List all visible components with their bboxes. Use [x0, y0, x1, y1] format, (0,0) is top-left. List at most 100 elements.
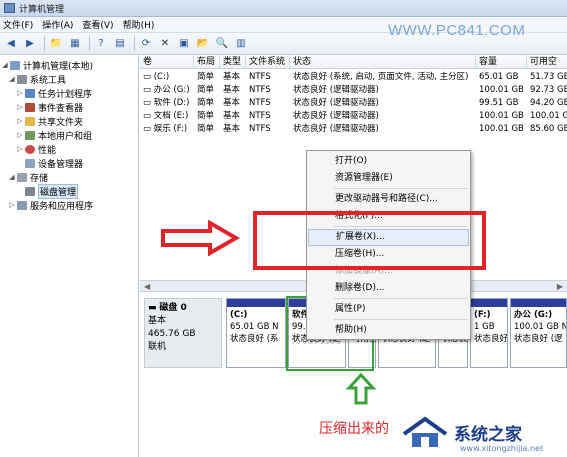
tree-item-event-viewer[interactable]: ▷ 事件查看器 — [16, 100, 83, 114]
tree-item-system-tools[interactable]: ◢ 系统工具 — [8, 72, 66, 86]
up-folder-icon[interactable]: 📁 — [48, 36, 64, 52]
drive-icon: ▭ — [143, 72, 152, 82]
tree-item-label: 本地用户和组 — [38, 131, 93, 142]
tree-item-label: 服务和应用程序 — [30, 201, 94, 212]
partition-f[interactable]: (F:)1 GB状态良好 (逻 — [470, 298, 508, 368]
tree-item-label: 存储 — [30, 173, 49, 184]
highlight-extend-volume-box — [253, 211, 486, 270]
drive-icon: ▭ — [143, 98, 152, 108]
tree-item-shared-folders[interactable]: ▷ 共享文件夹 — [16, 114, 83, 128]
tree-item-local-users[interactable]: ▷ 本地用户和组 — [16, 128, 92, 142]
house-logo-icon — [402, 416, 448, 447]
volume-name: ▭ 办公 (G:) — [143, 85, 190, 95]
scroll-right-icon[interactable]: ▶ — [557, 282, 563, 291]
volume-status: 状态良好 (逻辑驱动器) — [293, 98, 379, 108]
volume-capacity: 99.51 GB — [479, 98, 519, 108]
menu-separator — [334, 298, 468, 299]
volume-list-header: 卷 布局 类型 文件系统 状态 容量 可用空 — [140, 55, 567, 69]
tree-item-performance[interactable]: ▷ 性能 — [16, 142, 56, 156]
collapse-icon[interactable]: ◢ — [1, 61, 9, 69]
task-scheduler-icon — [25, 88, 35, 98]
column-header-type[interactable]: 类型 — [220, 55, 246, 69]
drive-icon: ▭ — [143, 85, 152, 95]
collapse-icon[interactable]: ◢ — [8, 173, 16, 181]
open-icon[interactable]: 📂 — [195, 36, 211, 52]
search-icon[interactable]: 🔍 — [214, 36, 230, 52]
volume-row-e[interactable]: ▭ 文档 (E:) 简单 基本 NTFS 状态良好 (逻辑驱动器) 100.01… — [140, 110, 567, 123]
volume-filesystem: NTFS — [249, 85, 271, 95]
toolbar-separator — [44, 36, 45, 51]
tools-icon — [17, 74, 27, 84]
volume-row-d[interactable]: ▭ 软件 (D:) 简单 基本 NTFS 状态良好 (逻辑驱动器) 99.51 … — [140, 97, 567, 110]
logo-text: 系统之家 — [454, 425, 522, 444]
volume-free: 94.20 GB — [530, 98, 567, 108]
properties-sheet-icon[interactable]: ▣ — [176, 36, 192, 52]
properties-icon[interactable]: ▤ — [112, 36, 128, 52]
expand-icon[interactable]: ▷ — [16, 131, 24, 139]
volume-name: ▭ 软件 (D:) — [143, 98, 190, 108]
tree-item-storage[interactable]: ◢ 存储 — [8, 170, 48, 184]
menu-item-delete-volume[interactable]: 删除卷(D)... — [308, 280, 469, 297]
window-title: 计算机管理 — [19, 4, 65, 15]
storage-icon — [17, 172, 27, 182]
view-icon[interactable]: ▥ — [233, 36, 249, 52]
volume-layout: 简单 — [197, 111, 215, 121]
menu-action[interactable]: 操作(A) — [42, 18, 73, 31]
volume-layout: 简单 — [197, 98, 215, 108]
column-header-capacity[interactable]: 容量 — [476, 55, 527, 69]
collapse-icon[interactable]: ◢ — [8, 75, 16, 83]
menu-file[interactable]: 文件(F) — [3, 18, 33, 31]
back-arrow-icon[interactable]: ◀ — [3, 36, 19, 52]
tree-item-disk-management[interactable]: 磁盘管理 — [16, 183, 79, 199]
volume-filesystem: NTFS — [249, 111, 271, 121]
forward-arrow-icon[interactable]: ▶ — [22, 36, 38, 52]
tree-item-device-manager[interactable]: 设备管理器 — [16, 156, 83, 170]
toolbar-separator — [134, 36, 135, 51]
partition-c[interactable]: (C:) 65.01 GB N 状态良好 (系 — [226, 298, 286, 368]
volume-filesystem: NTFS — [249, 72, 271, 82]
menu-item-properties[interactable]: 属性(P) — [308, 301, 469, 318]
volume-row-g[interactable]: ▭ 办公 (G:) 简单 基本 NTFS 状态良好 (逻辑驱动器) 100.01… — [140, 84, 567, 97]
column-header-layout[interactable]: 布局 — [194, 55, 220, 69]
volume-name: ▭ (C:) — [143, 72, 170, 82]
annotation-caption: 压缩出来的 — [319, 421, 389, 437]
volume-capacity: 100.01 GB — [479, 85, 524, 95]
menu-help[interactable]: 帮助(H) — [123, 18, 155, 31]
volume-type: 基本 — [223, 111, 241, 121]
tree-item-label: 共享文件夹 — [38, 117, 84, 128]
volume-row-c[interactable]: ▭ (C:) 简单 基本 NTFS 状态良好 (系统, 启动, 页面文件, 活动… — [140, 71, 567, 84]
expand-icon[interactable]: ▷ — [16, 89, 24, 97]
tree-item-services-apps[interactable]: ▷ 服务和应用程序 — [8, 198, 93, 212]
menu-item-change-drive-letter[interactable]: 更改驱动器号和路径(C)... — [308, 191, 469, 208]
column-header-status[interactable]: 状态 — [290, 55, 476, 69]
volume-status: 状态良好 (逻辑驱动器) — [293, 124, 379, 134]
tree-item-label: 磁盘管理 — [38, 183, 79, 199]
disk-management-icon — [25, 186, 35, 196]
tree-item-computer-management[interactable]: ◢ 计算机管理(本地) — [1, 58, 93, 72]
volume-row-f[interactable]: ▭ 娱乐 (F:) 简单 基本 NTFS 状态良好 (逻辑驱动器) 100.01… — [140, 123, 567, 136]
menu-item-help[interactable]: 帮助(H) — [308, 322, 469, 339]
column-header-free-space[interactable]: 可用空 — [527, 55, 567, 69]
tree-item-label: 性能 — [38, 145, 57, 156]
help-icon[interactable]: ? — [93, 36, 109, 52]
disk-0-info[interactable]: ▬ 磁盘 0 基本 465.76 GB 联机 — [144, 298, 222, 368]
disk-name: 磁盘 0 — [159, 303, 187, 313]
tree-item-task-scheduler[interactable]: ▷ 任务计划程序 — [16, 86, 92, 100]
menu-item-open[interactable]: 打开(O) — [308, 153, 469, 170]
expand-icon[interactable]: ▷ — [16, 117, 24, 125]
column-header-volume[interactable]: 卷 — [140, 55, 194, 69]
expand-icon[interactable]: ▷ — [16, 145, 24, 153]
menu-item-explorer[interactable]: 资源管理器(E) — [308, 170, 469, 187]
green-arrow-up-icon — [346, 372, 376, 405]
scroll-left-icon[interactable]: ◀ — [144, 282, 150, 291]
disk-icon: ▬ — [148, 303, 157, 313]
menu-view[interactable]: 查看(V) — [82, 18, 113, 31]
partition-g-office[interactable]: 办公 (G:) 100.01 GB N 状态良好 (逻 — [510, 298, 567, 368]
delete-icon[interactable]: ✕ — [157, 36, 173, 52]
column-header-filesystem[interactable]: 文件系统 — [246, 55, 290, 69]
refresh-icon[interactable]: ⟳ — [138, 36, 154, 52]
computer-icon — [10, 60, 20, 70]
expand-icon[interactable]: ▷ — [8, 201, 16, 209]
show-hide-tree-icon[interactable]: ▦ — [67, 36, 83, 52]
expand-icon[interactable]: ▷ — [16, 103, 24, 111]
